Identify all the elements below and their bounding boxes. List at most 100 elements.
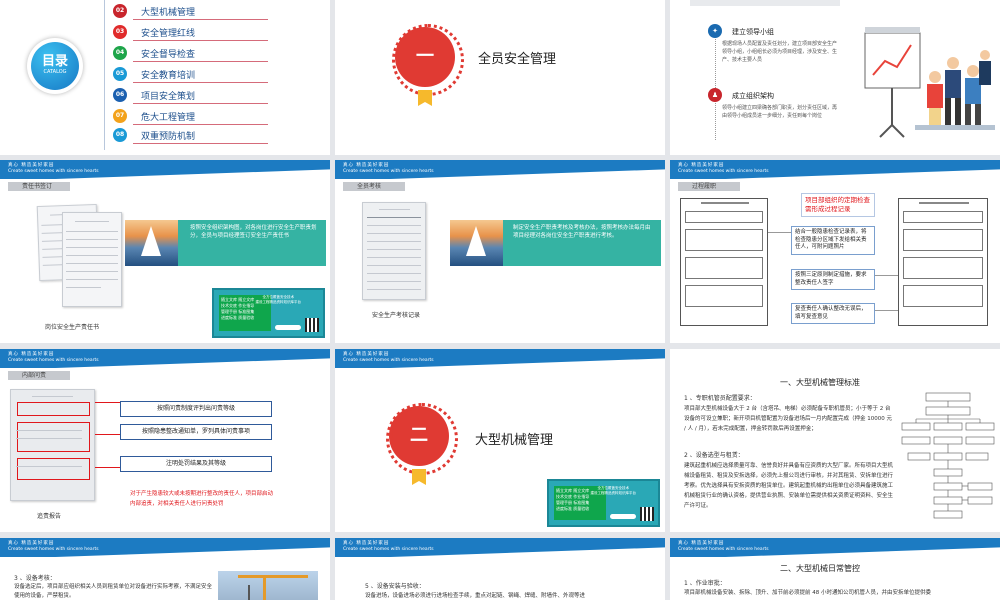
catalog-label: 项目安全策划 (141, 92, 196, 102)
slide-section-two[interactable]: 真心 精造美好家园 Create sweet homes with sincere… (335, 349, 665, 532)
slide-header: 真心 精造美好家园 Create sweet homes with sincere… (670, 160, 1000, 179)
process-step-2: 按照三定原则制定措施，要求整改责任人签字 (791, 269, 875, 290)
slide-title: 二、大型机械日常管控 (780, 564, 860, 573)
sailboat-image (125, 220, 178, 266)
connector-line (95, 402, 120, 403)
catalog-label: 双重预防机制 (141, 132, 196, 142)
process-title: 项目部组织的定期检查需形成过程记录 (801, 193, 875, 217)
section-title: 全员安全管理 (478, 52, 557, 67)
section-heading: 5 、设备安装与验收： (365, 583, 425, 590)
ribbon-icon (412, 469, 426, 485)
accountability-report (10, 389, 95, 501)
promo-card[interactable]: 随立文库 随立文库 技术交底 作业指导 管理手册 标准图集 进度标准 质量验收全… (547, 479, 660, 527)
qr-code-icon (305, 318, 319, 332)
catalog-label: 安全管理红线 (141, 29, 196, 39)
accountability-step-1: 按照问责制度评判出问责等级 (120, 401, 272, 417)
document-caption: 追责报告 (37, 513, 62, 520)
slide-header: 真心 精造美好家园 Create sweet homes with sincere… (335, 349, 665, 368)
catalog-num: 06 (113, 88, 127, 102)
slide-installation[interactable]: 真心 精造美好家园 Create sweet homes with sincere… (335, 538, 665, 600)
ribbon-icon (418, 90, 432, 106)
catalog-label: 大型机械管理 (141, 8, 196, 18)
slide-catalog[interactable]: 目录 CATALOG 02 大型机械管理 03 安全管理红线 04 安全督导检查 05… (0, 0, 330, 155)
slide-assessment[interactable]: 真心 精造美好家园 Create sweet homes with sincere… (335, 160, 665, 343)
section-text: 设备选定后，项目部应组织相关人员到租赁单位对设备进行实际考察，不满足安全使用的设… (14, 584, 213, 599)
catalog-num: 05 (113, 67, 127, 81)
section-seal: 二 (386, 403, 458, 475)
catalog-label: 安全督导检查 (141, 50, 196, 60)
process-step-1: 结合一般隐患检查记录表，将检查隐患分区域下发给相关责任人，可附问题照片 (791, 226, 875, 255)
org-chart-icon: ♟ (708, 88, 722, 102)
slide-header: 真心 精造美好家园 Create sweet homes with sincere… (0, 160, 330, 179)
catalog-num: 04 (113, 46, 127, 60)
connector-line (875, 310, 898, 311)
section-tab[interactable]: 全员考核 (343, 182, 405, 191)
section-tab[interactable]: 内部问责 (8, 371, 70, 380)
responsibility-document (62, 212, 122, 307)
slide-equipment-inspection[interactable]: 真心 精造美好家园 Create sweet homes with sincere… (0, 538, 330, 600)
catalog-title: 目录 (41, 54, 68, 69)
slide-header: 真心 精造美好家园 Create sweet homes with sincere… (670, 538, 1000, 557)
standard-2-text: 建筑起重机械应选择质量可靠、信誉良好并具备有应资质的大型厂家。所有项目大型机械设… (684, 463, 894, 509)
slide-header: 真心 精造美好家园 Create sweet homes with sincere… (0, 538, 330, 557)
catalog-num: 07 (113, 109, 127, 123)
accountability-step-2: 按照隐患整改通知单，罗列具体问责事项 (120, 424, 272, 440)
inspection-form (680, 198, 768, 326)
org-flowchart (901, 392, 995, 519)
catalog-num: 02 (113, 4, 127, 18)
divider-line (133, 124, 268, 125)
assessment-document (362, 202, 426, 300)
standard-2-heading: 2 、设备选型与租赁： (684, 452, 744, 459)
step1-title: 建立领导小组 (732, 28, 774, 36)
slide-header: 真心 精造美好家园 Create sweet homes with sincere… (0, 349, 330, 368)
accountability-step-3: 注明处罚结果及其等级 (120, 456, 272, 472)
slide-process[interactable]: 真心 精造美好家园 Create sweet homes with sincere… (670, 160, 1000, 343)
divider-line (133, 143, 268, 144)
section-tab[interactable]: 责任书签订 (8, 182, 70, 191)
divider-line (133, 19, 268, 20)
top-strip (690, 0, 840, 6)
section-text: 设备进场，设备进场必须进行进场检查手续，重点对起链、钢绳、焊缝、附墙件、外观等进 (365, 593, 586, 599)
slide-daily-control[interactable]: 真心 精造美好家园 Create sweet homes with sincere… (670, 538, 1000, 600)
standard-1-text: 项目部大型机械设备大于 2 台（含塔吊、电梯）必须配备专职机管员；小于等于 2 … (684, 406, 892, 432)
qr-code-icon (640, 507, 654, 521)
document-caption: 岗位安全生产责任书 (45, 324, 100, 331)
catalog-divider (104, 0, 105, 150)
step2-text: 领导小组建立四梁确各部门职责，划分责任区域，再由领导小组成员进一步细分，责任到每… (722, 105, 838, 119)
catalog-subtitle: CATALOG (43, 69, 67, 75)
timeline-line (715, 30, 716, 140)
slide-header: 真心 精造美好家园 Create sweet homes with sincere… (335, 160, 665, 179)
slide-header: 真心 精造美好家园 Create sweet homes with sincere… (335, 538, 665, 557)
connector-line (768, 232, 791, 233)
step1-text: 根据现场人员配置及责任划分，建立项目部安全生产领导小组，小组组长必须为项目经理，… (722, 41, 838, 63)
section-heading: 3 、设备考核： (14, 575, 56, 582)
standard-1-heading: 1 、专职机管员配置要求： (684, 395, 756, 402)
connector-line (875, 275, 898, 276)
leader-group-icon: ✦ (708, 24, 722, 38)
process-step-3: 复查责任人确认整改无误后，填写复查意见 (791, 303, 875, 324)
promo-card[interactable]: 随立文库 随立文库 技术交底 作业指导 管理手册 标准图集 进度标准 质量验收全… (212, 288, 325, 338)
document-caption: 安全生产考核记录 (372, 312, 421, 319)
step2-title: 成立组织架构 (732, 92, 774, 100)
slide-responsibility[interactable]: 真心 精造美好家园 Create sweet homes with sincere… (0, 160, 330, 343)
section-tab[interactable]: 过程履职 (678, 182, 740, 191)
catalog-num: 08 (113, 128, 127, 142)
slide-org-structure[interactable]: ✦ 建立领导小组 根据现场人员配置及责任划分，建立项目部安全生产领导小组，小组组… (670, 0, 1000, 155)
catalog-label: 安全教育培训 (141, 71, 196, 81)
divider-line (133, 61, 268, 62)
catalog-badge: 目录 CATALOG (27, 38, 83, 94)
slide-grid: 目录 CATALOG 02 大型机械管理 03 安全管理红线 04 安全督导检查 05… (0, 0, 1000, 600)
section-heading: 1 、作业审批： (684, 580, 726, 587)
sailboat-image (450, 220, 503, 266)
catalog-label: 危大工程管理 (141, 113, 196, 123)
slide-section-one[interactable]: 一 全员安全管理 (335, 0, 665, 155)
connector-line (95, 467, 120, 468)
info-banner: 制定安全生产职责考核及考核办法，按照考核办法每月由项目经理对各岗位安全生产职责进… (503, 220, 661, 266)
meeting-illustration (864, 27, 995, 138)
divider-line (133, 103, 268, 104)
slide-machinery-standards[interactable]: 一、大型机械管理标准 1 、专职机管员配置要求： 项目部大型机械设备大于 2 台… (670, 349, 1000, 532)
divider-line (133, 82, 268, 83)
connector-line (95, 434, 120, 435)
review-form (898, 198, 988, 326)
slide-accountability[interactable]: 真心 精造美好家园 Create sweet homes with sincere… (0, 349, 330, 532)
